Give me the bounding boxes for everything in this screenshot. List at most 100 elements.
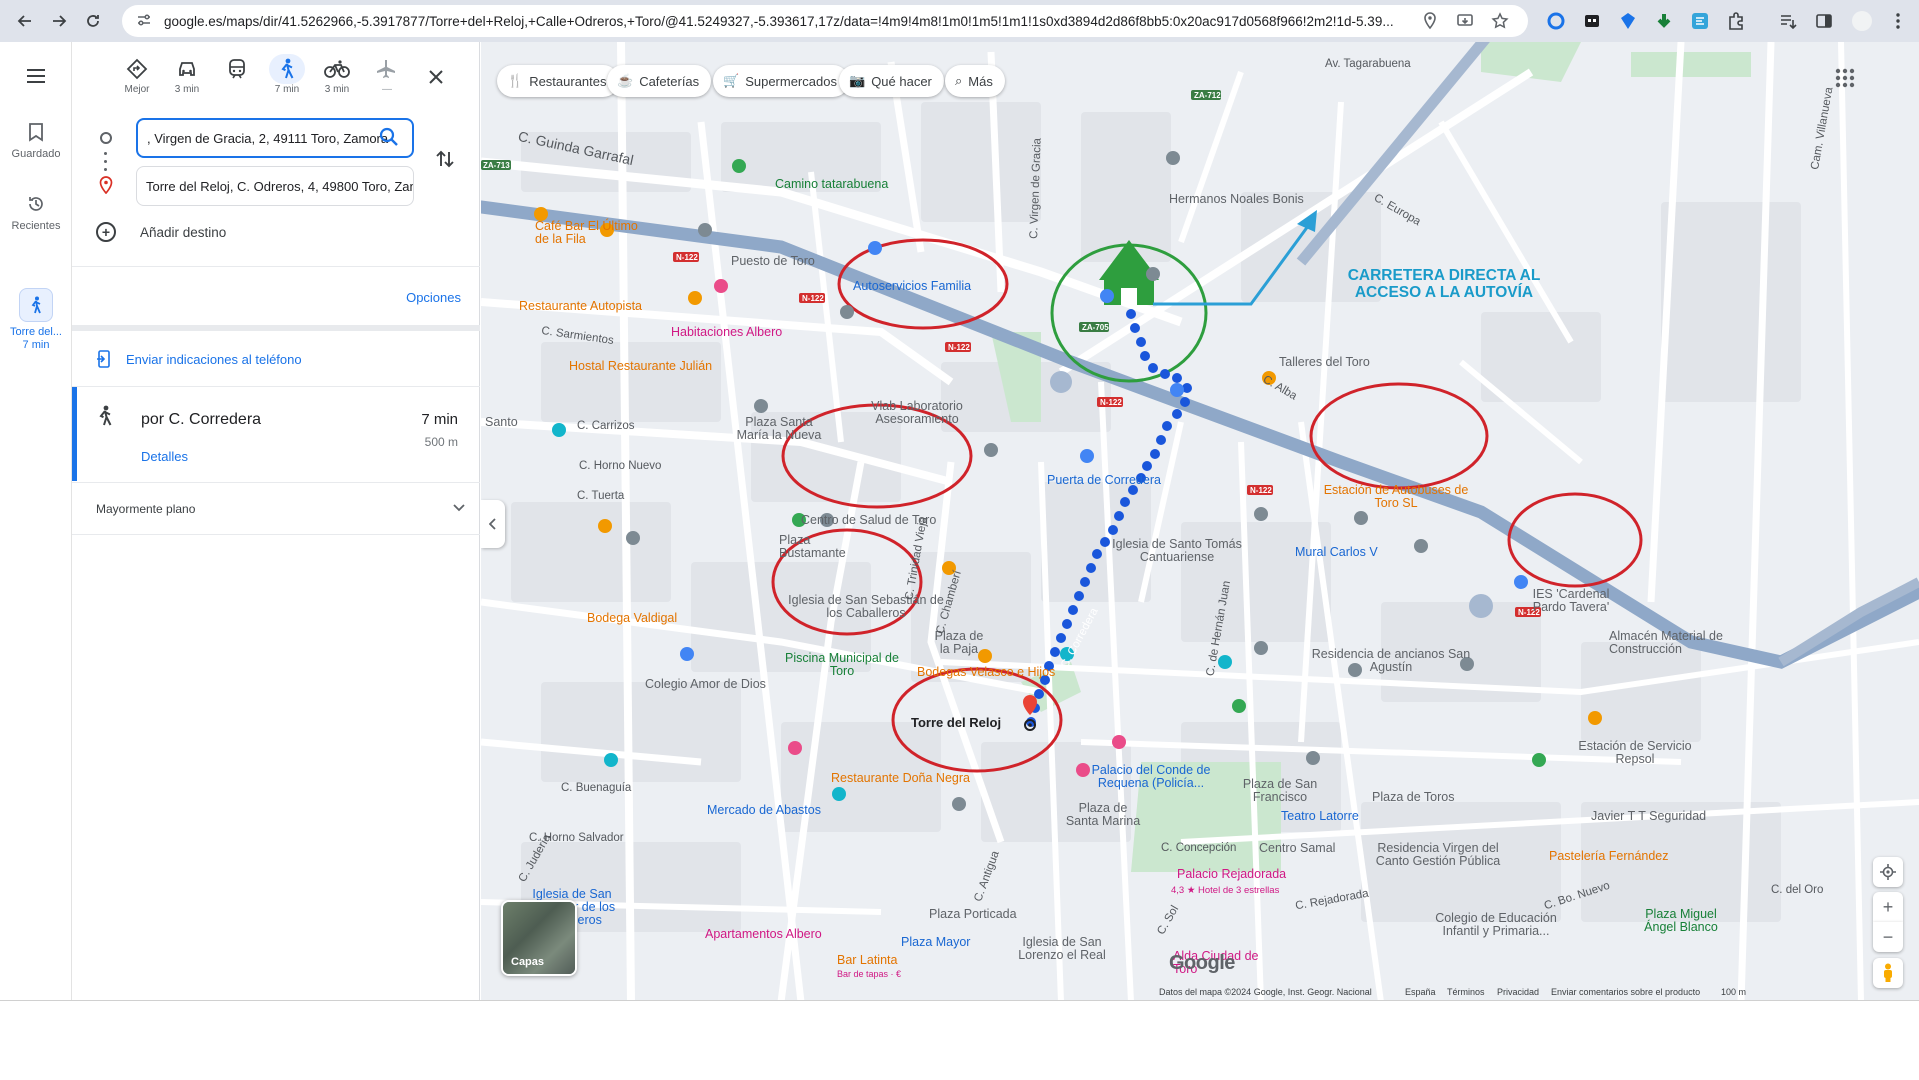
crosshair-icon bbox=[1880, 864, 1896, 880]
layers-label: Capas bbox=[511, 956, 545, 968]
recents-button[interactable]: Recientes bbox=[0, 194, 72, 232]
country-link[interactable]: España bbox=[1405, 987, 1436, 997]
directions-panel: Mejor 3 min 7 min 3 min — , Virgen de Gr… bbox=[72, 42, 480, 1000]
close-directions-button[interactable] bbox=[428, 64, 444, 92]
extension-5-icon[interactable] bbox=[1690, 11, 1710, 31]
install-app-icon[interactable] bbox=[1456, 12, 1474, 30]
roundabout bbox=[1469, 594, 1493, 618]
browser-menu-icon[interactable] bbox=[1888, 11, 1908, 31]
divider bbox=[72, 534, 480, 535]
chip-supermarkets[interactable]: 🛒 Supermercados bbox=[713, 65, 849, 97]
chip-cafes[interactable]: ☕ Cafeterías bbox=[607, 65, 712, 97]
side-panel-icon[interactable] bbox=[1814, 11, 1834, 31]
route-dot bbox=[104, 168, 107, 171]
mode-transit[interactable] bbox=[212, 54, 262, 95]
address-bar[interactable]: google.es/maps/dir/41.5262966,-5.3917877… bbox=[122, 5, 1528, 37]
extension-3-icon[interactable] bbox=[1618, 11, 1638, 31]
route-dot bbox=[104, 160, 107, 163]
chip-label: Restaurantes bbox=[529, 73, 607, 89]
map-label: Plaza Miguel Ángel Blanco bbox=[1644, 907, 1718, 934]
map-label: C. Buenaguía bbox=[561, 782, 632, 794]
route-option-card[interactable]: por C. Corredera 7 min 500 m Detalles bbox=[72, 387, 480, 481]
mode-bike[interactable]: 3 min bbox=[312, 54, 362, 95]
map-label: Talleres del Toro bbox=[1279, 355, 1370, 369]
map-label: Bar de tapas · € bbox=[837, 969, 902, 979]
scale-label[interactable]: 100 m bbox=[1721, 987, 1746, 997]
privacy-link[interactable]: Privacidad bbox=[1497, 987, 1539, 997]
walking-icon bbox=[19, 288, 53, 322]
location-icon[interactable] bbox=[1421, 12, 1439, 30]
map-label: Plaza de la Paja bbox=[934, 629, 984, 656]
saved-button[interactable]: Guardado bbox=[0, 122, 72, 160]
extensions-puzzle-icon[interactable] bbox=[1726, 11, 1746, 31]
search-icon[interactable] bbox=[378, 126, 402, 150]
url-text[interactable]: google.es/maps/dir/41.5262966,-5.3917877… bbox=[164, 14, 1424, 29]
destination-label[interactable]: Torre del Reloj bbox=[911, 716, 1001, 729]
map-canvas[interactable]: N-122 N-122 N-122 N-122 N-122 N-122 ZA-7… bbox=[481, 42, 1919, 1000]
send-to-phone-button[interactable]: Enviar indicaciones al teléfono bbox=[96, 350, 302, 368]
mode-car[interactable]: 3 min bbox=[162, 54, 212, 95]
route-dot bbox=[104, 152, 107, 155]
menu-button[interactable] bbox=[0, 68, 72, 87]
my-location-button[interactable] bbox=[1873, 857, 1903, 887]
origin-marker-icon bbox=[100, 132, 112, 144]
main-road-za712 bbox=[1296, 42, 1490, 266]
active-trip-button[interactable]: Torre del... 7 min bbox=[0, 288, 72, 352]
divider bbox=[72, 325, 480, 331]
terms-link[interactable]: Términos bbox=[1447, 987, 1485, 997]
terrain-note-row[interactable]: Mayormente plano bbox=[96, 502, 466, 516]
map-label: Teatro Latorre bbox=[1281, 809, 1359, 823]
chip-restaurants[interactable]: 🍴 Restaurantes bbox=[497, 65, 619, 97]
chip-more[interactable]: ⌕ Más bbox=[945, 65, 1005, 97]
layers-button[interactable]: Capas bbox=[501, 900, 577, 976]
map-label: Puesto de Toro bbox=[731, 254, 815, 268]
svg-text:ZA-705: ZA-705 bbox=[1082, 323, 1109, 332]
collapse-panel-button[interactable] bbox=[481, 500, 505, 548]
route-details-link[interactable]: Detalles bbox=[141, 449, 188, 464]
add-destination-button[interactable]: + Añadir destino bbox=[96, 222, 226, 242]
back-button[interactable] bbox=[8, 4, 42, 38]
bookmark-icon bbox=[29, 123, 43, 142]
zoom-out-button[interactable]: − bbox=[1873, 922, 1903, 952]
add-destination-label: Añadir destino bbox=[140, 224, 227, 240]
svg-text:N-122: N-122 bbox=[676, 253, 698, 262]
bicycle-icon bbox=[324, 60, 350, 78]
svg-text:N-122: N-122 bbox=[802, 294, 824, 303]
feedback-link[interactable]: Enviar comentarios sobre el producto bbox=[1551, 987, 1700, 997]
bookmark-star-icon[interactable] bbox=[1491, 12, 1509, 30]
mode-best[interactable]: Mejor bbox=[112, 54, 162, 95]
mode-flight[interactable]: — bbox=[362, 54, 412, 95]
mode-walk[interactable]: 7 min bbox=[262, 54, 312, 95]
zoom-in-button[interactable]: + bbox=[1873, 892, 1903, 922]
map-label: Pastelería Fernández bbox=[1549, 849, 1669, 863]
history-icon bbox=[29, 197, 43, 211]
route-duration: 7 min bbox=[421, 411, 458, 428]
reload-button[interactable] bbox=[76, 4, 110, 38]
site-settings-icon[interactable] bbox=[136, 12, 154, 30]
map-label: 4,3 ★ Hotel de 3 estrellas bbox=[1171, 885, 1280, 896]
route-name: por C. Corredera bbox=[141, 411, 262, 428]
profile-avatar[interactable] bbox=[1852, 11, 1872, 31]
map-label: Estación de Servicio Repsol bbox=[1578, 739, 1692, 766]
origin-input[interactable]: , Virgen de Gracia, 2, 49111 Toro, Zamor… bbox=[136, 118, 414, 158]
forward-button[interactable] bbox=[42, 4, 76, 38]
extension-4-icon[interactable] bbox=[1654, 11, 1674, 31]
options-button[interactable]: Opciones bbox=[406, 290, 461, 305]
chip-things-to-do[interactable]: 📷 Qué hacer bbox=[839, 65, 944, 97]
extension-2-icon[interactable] bbox=[1582, 11, 1602, 31]
map-label: Hermanos Noales Bonis bbox=[1169, 192, 1304, 206]
walking-icon bbox=[97, 405, 113, 433]
map-label: C. Concepción bbox=[1161, 842, 1237, 854]
map-label: C. Horno Nuevo bbox=[579, 460, 662, 472]
reload-icon bbox=[87, 15, 99, 27]
reading-list-icon[interactable] bbox=[1778, 11, 1798, 31]
mode-car-label: 3 min bbox=[174, 84, 200, 95]
chip-label: Cafeterías bbox=[639, 73, 700, 89]
extension-1-icon[interactable] bbox=[1546, 11, 1566, 31]
destination-input[interactable]: Torre del Reloj, C. Odreros, 4, 49800 To… bbox=[136, 166, 414, 206]
travel-mode-bar: Mejor 3 min 7 min 3 min — bbox=[112, 54, 412, 95]
map-label: Vlab Laboratorio Asesoramiento bbox=[871, 399, 963, 426]
swap-origin-destination-button[interactable] bbox=[434, 148, 456, 176]
chevron-down-icon bbox=[452, 500, 466, 516]
airplane-icon bbox=[377, 60, 395, 78]
